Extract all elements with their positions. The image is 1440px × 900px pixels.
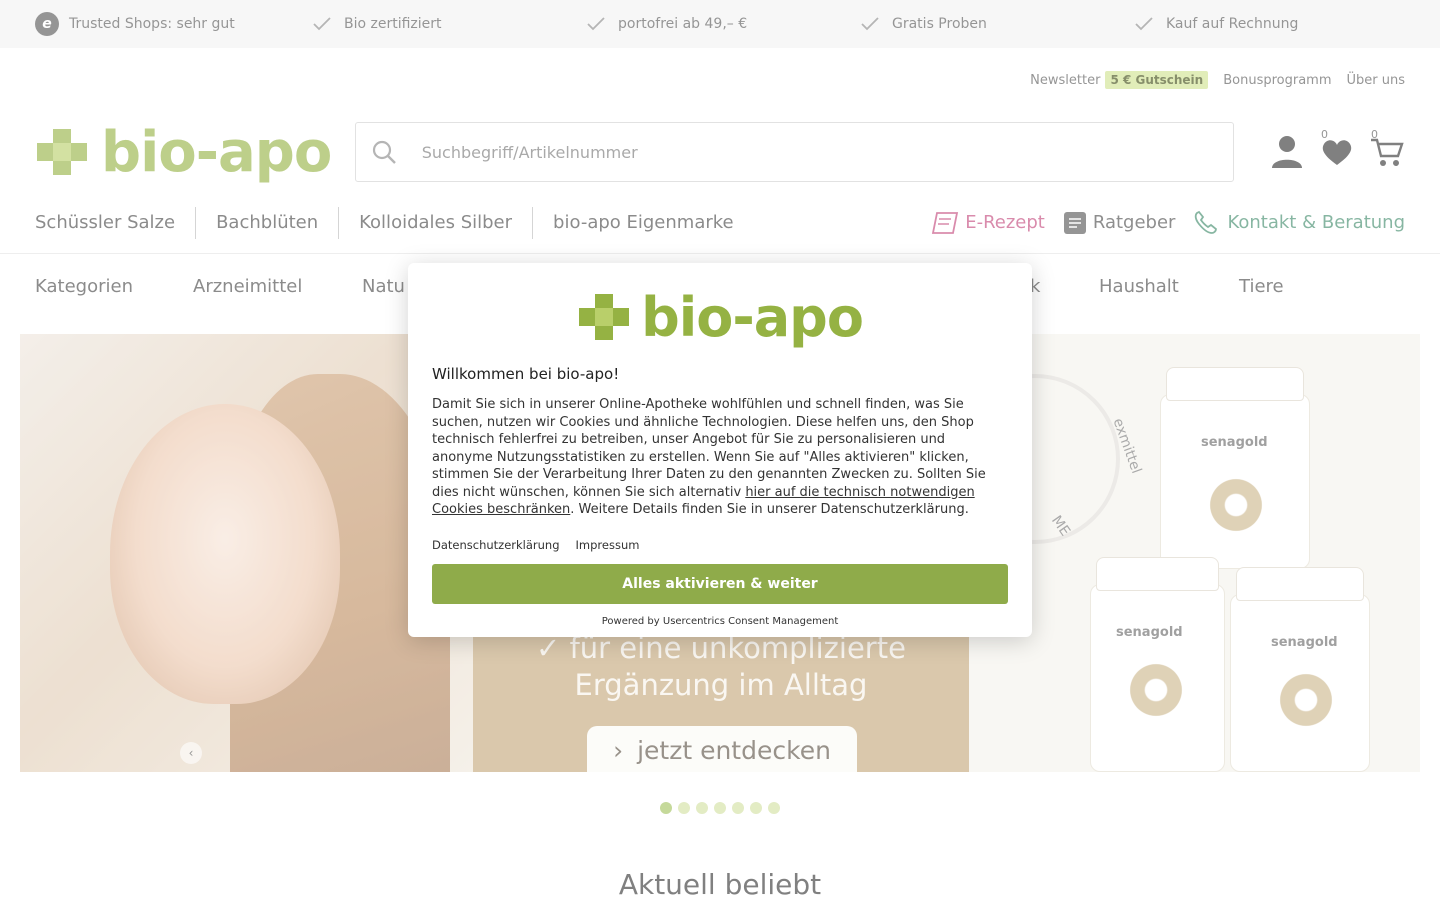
powered-by: Powered by Usercentrics Consent Manageme… <box>601 615 839 627</box>
consent-logo-text: bio-apo <box>641 285 864 349</box>
consent-body: Damit Sie sich in unserer Online-Apothek… <box>432 396 1008 519</box>
imprint-link[interactable]: Impressum <box>576 538 640 552</box>
consent-links: Datenschutzerklärung Impressum <box>432 538 1008 552</box>
privacy-link[interactable]: Datenschutzerklärung <box>432 538 560 552</box>
logo-cross-icon <box>579 294 630 340</box>
accept-all-button[interactable]: Alles aktivieren & weiter <box>432 563 1008 604</box>
consent-dialog: bio-apo Willkommen bei bio-apo! Damit Si… <box>408 263 1032 637</box>
consent-logo: bio-apo <box>432 283 1008 351</box>
consent-body-text-end: . Weitere Details finden Sie in unserer … <box>570 502 969 517</box>
consent-heading: Willkommen bei bio-apo! <box>432 365 620 383</box>
